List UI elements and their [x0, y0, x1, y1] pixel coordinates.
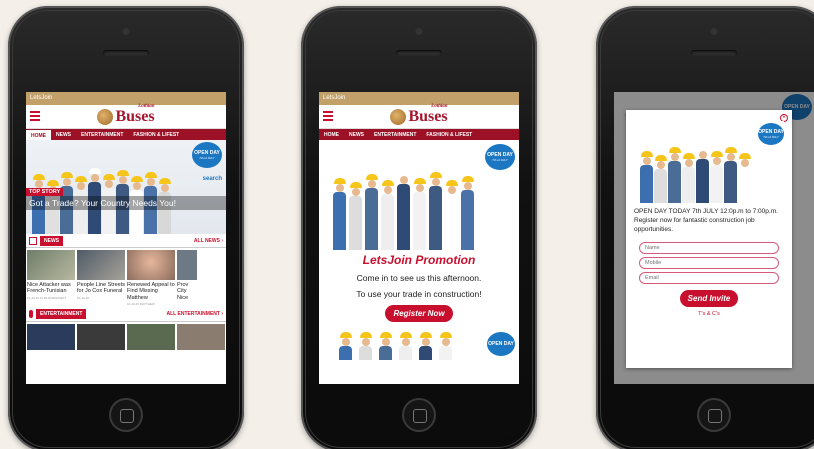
speaker	[691, 50, 737, 56]
mobile-field[interactable]	[639, 257, 779, 270]
phone-mockup-news: LetsJoin Buses Lothian HOME NEWS ENTERTAI…	[8, 6, 244, 449]
speaker	[103, 50, 149, 56]
phone-mockup-promo: LetsJoin Buses Lothian HOME NEWS ENTERTAI…	[301, 6, 537, 449]
main-nav: HOME NEWS ENTERTAINMENT FASHION & LIFEST	[26, 129, 226, 140]
terms-link[interactable]: T's & C's	[634, 311, 784, 317]
menu-icon[interactable]	[323, 111, 333, 121]
modal-text-1: OPEN DAY TODAY 7th JULY 12:0p.m to 7:00p…	[634, 208, 778, 215]
mic-icon	[29, 310, 33, 319]
nav-entertainment[interactable]: ENTERTAINMENT	[369, 129, 421, 140]
open-day-badge: OPEN DAY 7th of JULY	[758, 123, 784, 145]
nav-news[interactable]: NEWS	[344, 129, 369, 140]
promo-image: OPEN DAY 7th of JULY	[319, 140, 519, 250]
modal-text-2: Register now for fantastic construction …	[634, 216, 755, 233]
all-entertainment-link[interactable]: ALL ENTERTAINMENT ›	[167, 311, 223, 317]
open-day-badge: OPEN DAY 7th of JULY	[485, 144, 515, 170]
logo-text: Buses	[408, 107, 448, 125]
invite-modal: × OPEN DAY 7th of JULY OPEN DAY TODAY 7t…	[626, 110, 792, 368]
news-item[interactable]: Nice Attacker was French-Tunisian 10-10-…	[27, 250, 75, 306]
hero-caption[interactable]: Got a Trade? Your Country Needs You!	[26, 196, 226, 210]
site-header: Buses Lothian	[319, 104, 519, 129]
news-label: NEWS	[40, 235, 63, 246]
email-field[interactable]	[639, 272, 779, 285]
all-news-link[interactable]: ALL NEWS ›	[194, 238, 223, 244]
site-logo[interactable]: Buses Lothian	[390, 104, 448, 125]
camera	[710, 28, 718, 35]
promo-title: LetsJoin Promotion	[362, 253, 476, 267]
brand-bar: LetsJoin	[26, 92, 226, 105]
news-icon	[29, 236, 37, 245]
home-button[interactable]	[402, 398, 436, 432]
ent-thumb[interactable]	[27, 323, 75, 350]
logo-emblem-icon	[390, 108, 407, 125]
speaker	[396, 50, 442, 56]
entertainment-section-header: ENTERTAINMENT ALL ENTERTAINMENT ›	[26, 308, 226, 322]
ent-thumb[interactable]	[77, 323, 125, 350]
badge-sub: 7th of JULY	[199, 156, 215, 160]
logo-subtitle: Lothian	[138, 103, 155, 109]
home-button[interactable]	[697, 398, 731, 432]
entertainment-thumbs	[26, 322, 226, 352]
screen-modal: OPEN DAY × OPEN DAY 7th of JULY OPEN DAY…	[614, 92, 814, 384]
news-item[interactable]: Prov City Nice	[177, 250, 197, 306]
promo-line-1: Come in to see us this afternoon.	[356, 273, 482, 283]
nav-fashion[interactable]: FASHION & LIFEST	[128, 129, 184, 140]
site-logo[interactable]: Buses Lothian	[97, 104, 155, 125]
hero-image[interactable]: OPEN DAY 7th of JULY search TOP STORY Go…	[26, 140, 226, 234]
badge-sub: 7th of JULY	[492, 158, 508, 162]
nav-home[interactable]: HOME	[319, 129, 344, 140]
search-brand: search	[202, 176, 222, 182]
open-day-badge: OPEN DAY 7th of JULY	[192, 142, 222, 168]
phone-mockup-modal: OPEN DAY × OPEN DAY 7th of JULY OPEN DAY…	[596, 6, 814, 449]
news-section-header: NEWS ALL NEWS ›	[26, 234, 226, 248]
logo-subtitle: Lothian	[431, 103, 448, 109]
promo-image-bottom: OPEN DAY	[319, 330, 519, 360]
main-nav: HOME NEWS ENTERTAINMENT FASHION & LIFEST	[319, 129, 519, 140]
entertainment-label: ENTERTAINMENT	[36, 309, 87, 320]
logo-text: Buses	[115, 107, 155, 125]
news-item[interactable]: Renewed Appeal to Find Missing Matthew 1…	[127, 250, 175, 306]
modal-image: OPEN DAY 7th of JULY	[634, 121, 784, 203]
name-field[interactable]	[639, 242, 779, 255]
news-item[interactable]: People Line Streets for Jo Cox Funeral 1…	[77, 250, 125, 306]
badge-sub: 7th of JULY	[763, 135, 779, 139]
site-header: Buses Lothian	[26, 104, 226, 129]
nav-fashion[interactable]: FASHION & LIFEST	[421, 129, 477, 140]
logo-emblem-icon	[97, 108, 114, 125]
brand-bar: LetsJoin	[319, 92, 519, 105]
open-day-badge-small: OPEN DAY	[487, 332, 515, 356]
promo-line-2: To use your trade in construction!	[356, 289, 482, 299]
home-button[interactable]	[109, 398, 143, 432]
ent-thumb[interactable]	[127, 323, 175, 350]
screen-promo: LetsJoin Buses Lothian HOME NEWS ENTERTAI…	[319, 92, 519, 384]
send-invite-button[interactable]: Send Invite	[679, 290, 739, 308]
menu-icon[interactable]	[30, 111, 40, 121]
nav-news[interactable]: NEWS	[51, 129, 76, 140]
ent-thumb[interactable]	[177, 323, 225, 350]
camera	[415, 28, 423, 35]
screen-news: LetsJoin Buses Lothian HOME NEWS ENTERTAI…	[26, 92, 226, 384]
nav-entertainment[interactable]: ENTERTAINMENT	[76, 129, 128, 140]
nav-home[interactable]: HOME	[26, 129, 51, 140]
camera	[122, 28, 130, 35]
register-now-button[interactable]: Register Now	[385, 305, 453, 322]
news-list: Nice Attacker was French-Tunisian 10-10-…	[26, 248, 226, 308]
top-story-tag: TOP STORY	[26, 188, 64, 196]
